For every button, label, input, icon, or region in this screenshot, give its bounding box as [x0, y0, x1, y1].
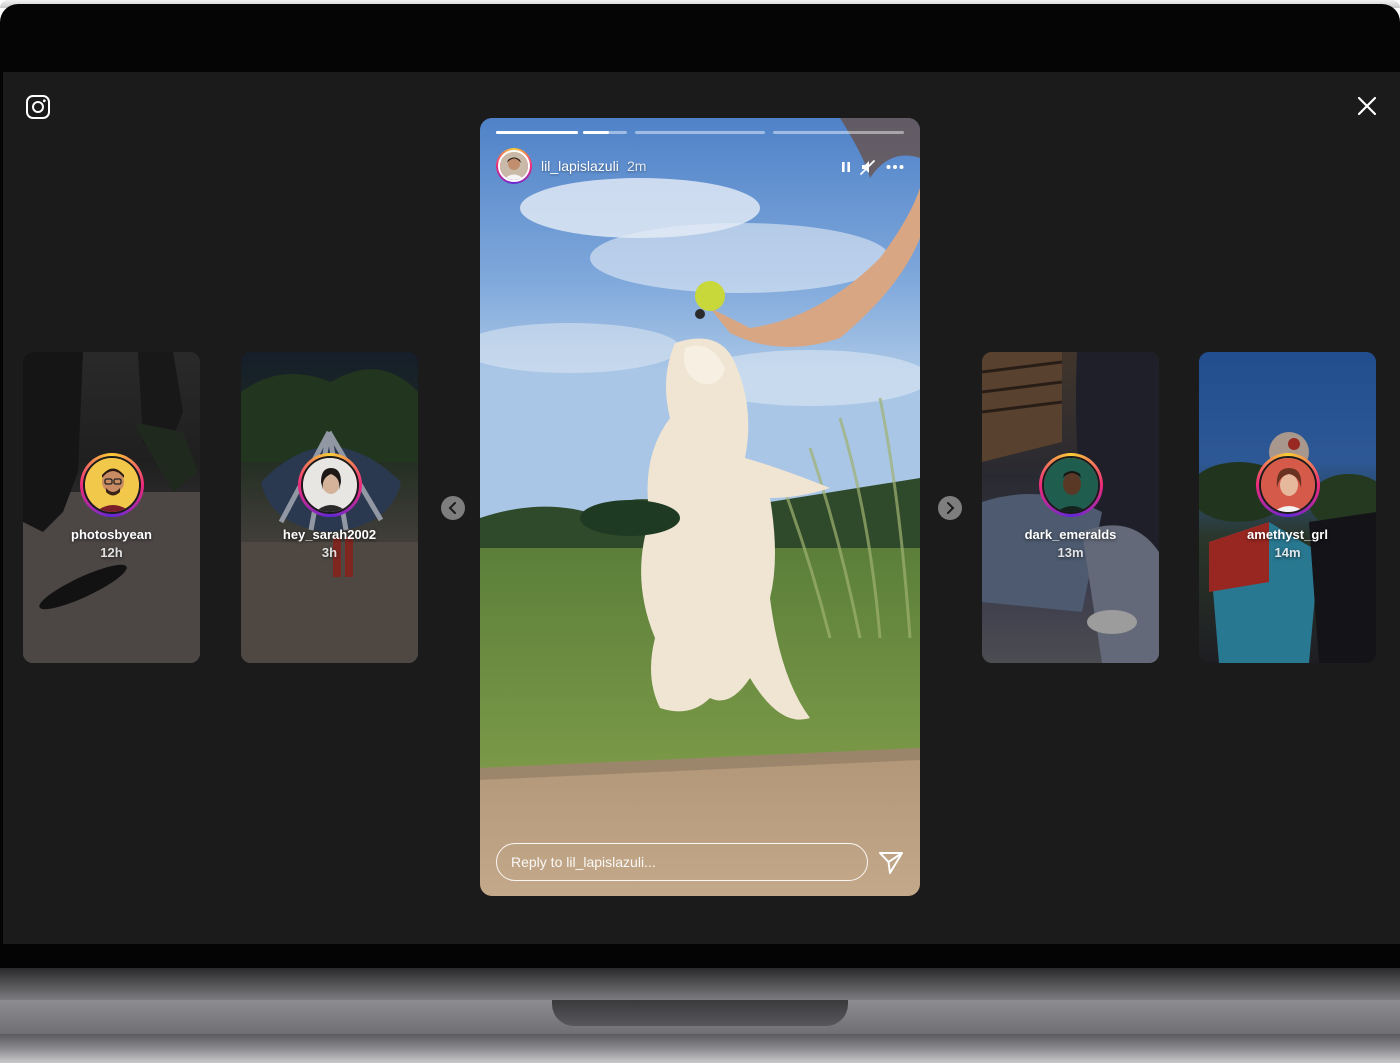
story-timestamp: 14m [1274, 545, 1301, 560]
chevron-left-icon[interactable] [441, 496, 465, 520]
story-tray-card[interactable]: dark_emeralds 13m [982, 352, 1159, 663]
avatar [1039, 453, 1103, 517]
avatar [298, 453, 362, 517]
laptop-bezel-bottom [0, 944, 1400, 969]
stories-viewer: photosbyean 12h hey_sarah2002 3h lil_lap… [3, 72, 1400, 944]
story-timestamp: 12h [100, 545, 123, 560]
story-username[interactable]: lil_lapislazuli [541, 158, 619, 174]
story-timestamp: 3h [321, 545, 338, 560]
mute-icon[interactable] [857, 156, 879, 178]
instagram-logo-icon[interactable] [25, 94, 51, 120]
story-tray-card[interactable]: amethyst_grl 14m [1199, 352, 1376, 663]
story-tray-card[interactable]: hey_sarah2002 3h [241, 352, 418, 663]
story-username: dark_emeralds [1024, 527, 1117, 542]
avatar[interactable] [496, 148, 532, 184]
laptop-notch [552, 1000, 848, 1026]
avatar [1256, 453, 1320, 517]
progress-segment [496, 131, 578, 134]
avatar [80, 453, 144, 517]
progress-segment [635, 131, 765, 134]
progress-segment [773, 131, 904, 134]
story-timestamp: 13m [1057, 545, 1084, 560]
laptop-base-lip [0, 1034, 1400, 1063]
story-timestamp: 2m [627, 158, 647, 174]
active-story[interactable]: lil_lapislazuli 2m [480, 118, 920, 896]
more-options-icon[interactable] [884, 156, 906, 178]
story-username: photosbyean [71, 527, 152, 542]
story-tray-card[interactable]: photosbyean 12h [23, 352, 200, 663]
progress-segment-active [583, 131, 627, 134]
reply-input[interactable] [496, 843, 868, 881]
pause-icon[interactable] [835, 156, 857, 178]
close-icon[interactable] [1354, 93, 1380, 119]
send-icon[interactable] [877, 848, 905, 876]
story-username: hey_sarah2002 [282, 527, 377, 542]
story-media [480, 118, 920, 896]
chevron-right-icon[interactable] [938, 496, 962, 520]
story-username: amethyst_grl [1247, 527, 1328, 542]
